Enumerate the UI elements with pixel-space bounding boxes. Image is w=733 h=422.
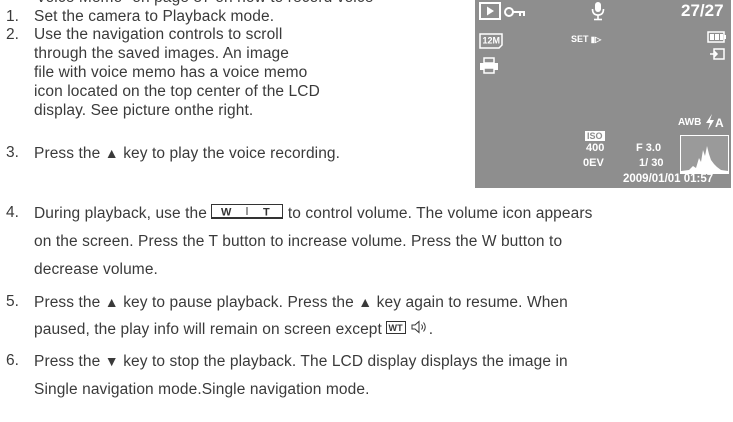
step-6-l1-post: key to stop the playback. The LCD displa…	[123, 353, 568, 370]
playback-mode-icon	[479, 2, 501, 25]
step-5-line-1: Press the ▲ key to pause playback. Press…	[34, 292, 568, 313]
step-4-number: 4.	[6, 204, 19, 221]
shutter-speed: 1/ 30	[639, 157, 664, 169]
speaker-volume-icon	[411, 320, 429, 340]
iso-label: ISO	[585, 131, 605, 141]
iso-value: 400	[586, 142, 605, 154]
aperture-value: F 3.0	[636, 142, 662, 154]
step-1-number: 1.	[6, 8, 19, 25]
step-5-number: 5.	[6, 293, 19, 310]
protect-key-icon	[504, 5, 526, 23]
step-4-line-3: decrease volume.	[34, 261, 158, 278]
zoom-lever-icon: W T	[211, 203, 284, 225]
step-3-post: key to play the voice recording.	[123, 145, 341, 162]
down-triangle-icon: ▼	[104, 353, 119, 369]
wt-button-icon: WT	[386, 320, 407, 340]
histogram	[680, 135, 729, 174]
step-4-l1-post: to control volume. The volume icon appea…	[287, 205, 593, 223]
set-play-indicator: SET ▮▷	[571, 34, 602, 44]
step-4-line-2: on the screen. Press the T button to inc…	[34, 233, 563, 250]
flash-auto-label: A	[715, 116, 724, 130]
image-counter: 27/27	[681, 1, 724, 20]
step-5-l1-a: Press the	[34, 294, 101, 311]
up-triangle-icon: ▲	[358, 294, 373, 310]
step-6-line-1: Press the ▼ key to stop the playback. Th…	[34, 351, 568, 372]
step-3-pre: Press the	[34, 145, 101, 162]
step-4-line-1: During playback, use the W T to control …	[34, 203, 592, 225]
memory-storage-icon	[709, 46, 725, 65]
awb-label: AWB	[678, 117, 702, 128]
step-1-text: Set the camera to Playback mode.	[34, 8, 275, 25]
step-2-line-1: Use the navigation controls to scroll	[34, 26, 283, 43]
lcd-screen: 27/27 12M SET ▮▷ AWB A ISO 400 0EV F 3.0…	[475, 0, 731, 188]
step-3-text: Press the ▲ key to play the voice record…	[34, 143, 340, 164]
step-5-l1-c: key again to resume. When	[376, 294, 568, 311]
step-2-line-3: file with voice memo has a voice memo	[34, 64, 308, 81]
step-2-number: 2.	[6, 26, 19, 43]
zoom-w-label: W	[221, 207, 232, 219]
set-label: SET	[571, 34, 589, 44]
step-2-line-2: through the saved images. An image	[34, 45, 290, 62]
flash-icon	[706, 114, 714, 130]
step-3-number: 3.	[6, 144, 19, 161]
step-2-line-5: display. See picture onthe right.	[34, 102, 254, 119]
resolution-icon: 12M	[479, 33, 503, 54]
zoom-t-label: T	[263, 207, 270, 219]
flash-auto-indicator: A	[705, 114, 724, 135]
resolution-label: 12M	[483, 36, 501, 46]
step-4-l1-pre: During playback, use the	[34, 205, 207, 223]
capture-datetime: 2009/01/01 01:57	[623, 173, 714, 185]
exposure-compensation: 0EV	[583, 157, 604, 169]
step-6-line-2: Single navigation mode.Single navigation…	[34, 381, 370, 398]
print-icon	[479, 57, 499, 79]
step-5-l1-b: key to pause playback. Press the	[123, 294, 354, 311]
up-triangle-icon: ▲	[104, 145, 119, 161]
step-6-l1-pre: Press the	[34, 353, 101, 370]
up-triangle-icon: ▲	[104, 294, 119, 310]
histogram-graph	[681, 146, 728, 173]
microphone-icon	[591, 1, 605, 26]
step-2-line-4: icon located on the top center of the LC…	[34, 83, 320, 100]
step-5-line-2: paused, the play info will remain on scr…	[34, 320, 434, 340]
step-5-l2-pre: paused, the play info will remain on scr…	[34, 321, 382, 339]
step-6-number: 6.	[6, 352, 19, 369]
wt-label: WT	[389, 323, 404, 333]
